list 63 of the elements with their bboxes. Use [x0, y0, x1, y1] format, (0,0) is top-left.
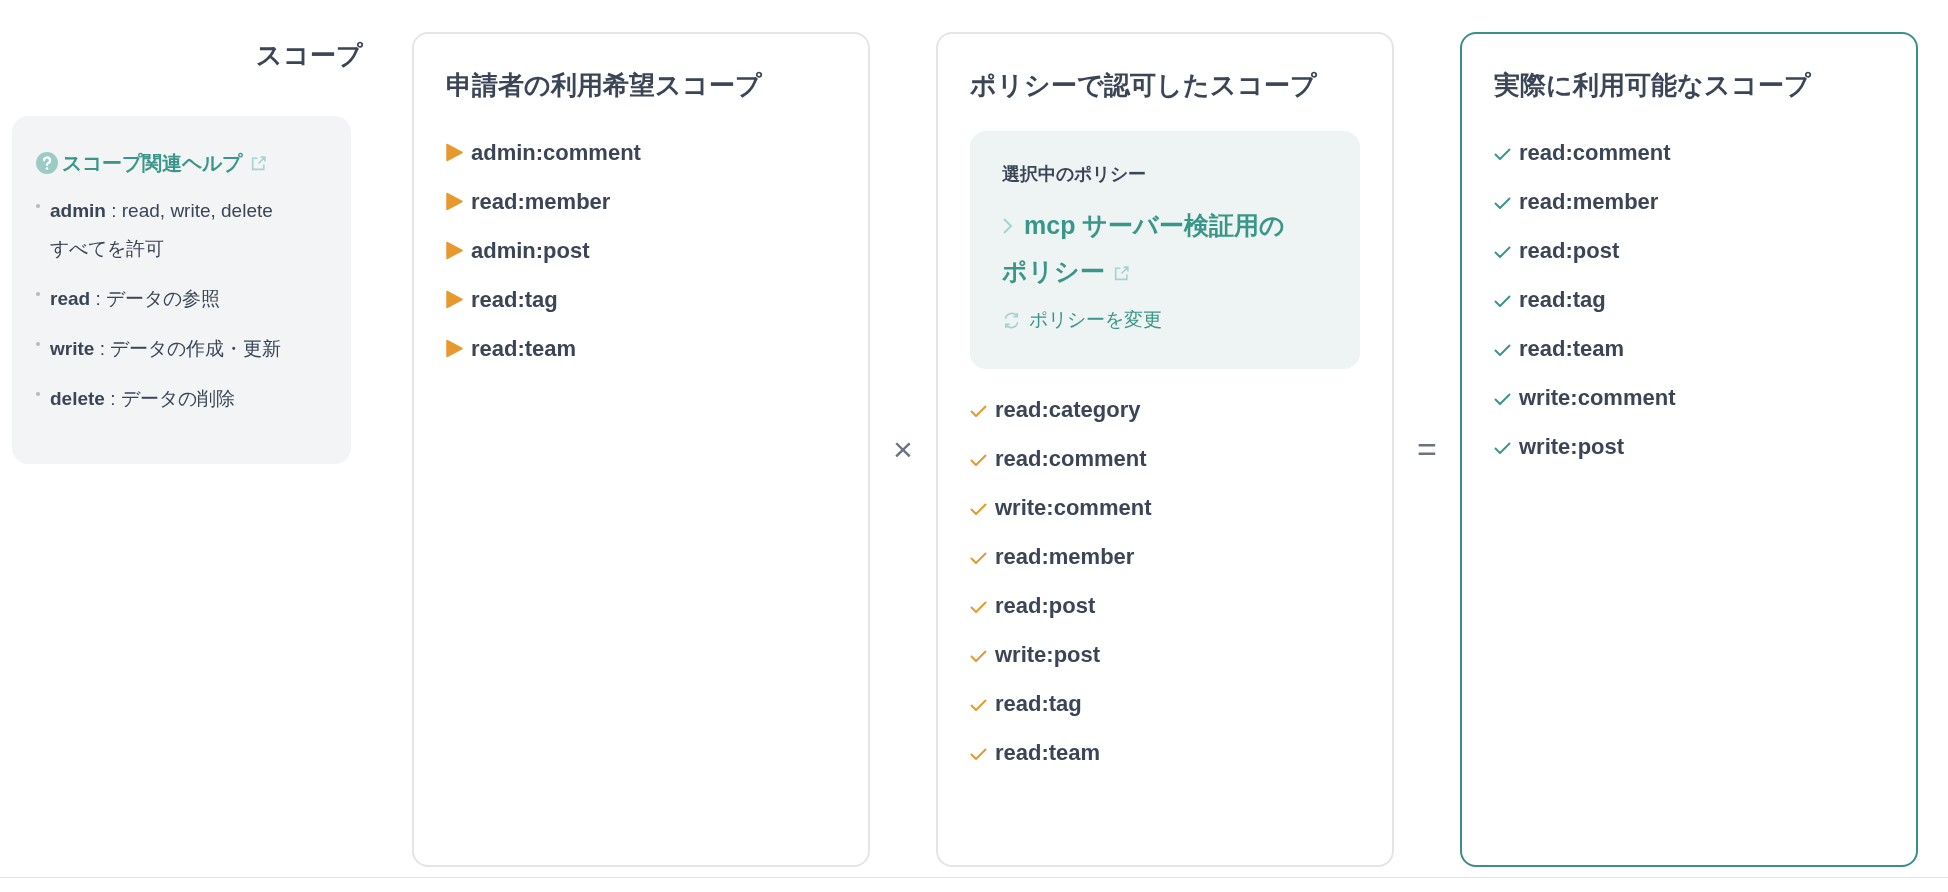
scope-item: read:post — [1519, 236, 1620, 265]
scope-item: read:member — [471, 187, 611, 216]
scope-item: admin:post — [471, 236, 590, 265]
triangle-icon — [446, 338, 463, 358]
scope-item: read:tag — [995, 690, 1082, 718]
help-link[interactable]: スコープ関連ヘルプ — [36, 148, 291, 178]
check-icon — [1494, 392, 1511, 406]
scope-item: write:post — [995, 641, 1101, 669]
help-text: admin : read, write, delete すべてを許可 — [50, 199, 274, 261]
help-icon — [36, 152, 58, 174]
triangle-icon — [446, 289, 463, 309]
triangle-icon — [446, 191, 463, 211]
check-icon — [970, 552, 987, 565]
external-link-icon — [250, 154, 267, 172]
card-title: 申請者の利用希望スコープ — [446, 69, 763, 102]
scope-item: write:comment — [995, 494, 1152, 522]
scope-item: read:team — [1519, 334, 1625, 363]
scope-item: read:comment — [1519, 138, 1671, 167]
section-title: スコープ — [256, 39, 363, 72]
bullet-icon — [36, 392, 40, 396]
operator-sign: = — [1417, 429, 1437, 470]
check-icon — [1494, 196, 1511, 210]
scope-item: write:comment — [1519, 383, 1676, 412]
check-icon — [970, 454, 987, 467]
policy-link[interactable]: mcp サーバー検証用のポリシー — [1002, 202, 1290, 294]
help-text: delete : データの削除 — [50, 387, 235, 411]
change-policy-button[interactable]: ポリシーを変更 — [1002, 306, 1162, 335]
refresh-icon — [1002, 310, 1021, 330]
operator-sign: × — [893, 429, 913, 470]
check-icon — [1494, 147, 1511, 161]
card-title: 実際に利用可能なスコープ — [1494, 69, 1812, 102]
bullet-icon — [36, 204, 40, 208]
check-icon — [970, 405, 987, 418]
triangle-icon — [446, 142, 463, 162]
check-icon — [970, 601, 987, 614]
scope-item: read:team — [995, 739, 1101, 767]
help-text: read : データの参照 — [50, 287, 220, 311]
scope-item: read:tag — [471, 285, 558, 314]
help-text: write : データの作成・更新 — [50, 337, 282, 361]
chevron-right-icon — [1002, 217, 1014, 235]
triangle-icon — [446, 240, 463, 260]
check-icon — [1494, 441, 1511, 455]
check-icon — [970, 748, 987, 761]
scope-item: read:team — [471, 334, 577, 363]
check-icon — [1494, 343, 1511, 357]
check-icon — [970, 503, 987, 516]
scope-item: read:category — [995, 396, 1141, 424]
scope-item: read:post — [995, 592, 1096, 620]
scope-item: write:post — [1519, 432, 1625, 461]
scope-item: admin:comment — [471, 138, 641, 167]
check-icon — [970, 699, 987, 712]
external-link-icon — [1113, 265, 1130, 282]
check-icon — [1494, 245, 1511, 259]
bullet-icon — [36, 342, 40, 346]
bullet-icon — [36, 292, 40, 296]
scope-item: read:member — [1519, 187, 1659, 216]
policy-label: 選択中のポリシー — [1002, 163, 1147, 186]
card-title: ポリシーで認可したスコープ — [970, 69, 1318, 102]
check-icon — [1494, 294, 1511, 308]
check-icon — [970, 650, 987, 663]
scope-item: read:member — [995, 543, 1135, 571]
scope-item: read:comment — [995, 445, 1147, 473]
scope-item: read:tag — [1519, 285, 1606, 314]
